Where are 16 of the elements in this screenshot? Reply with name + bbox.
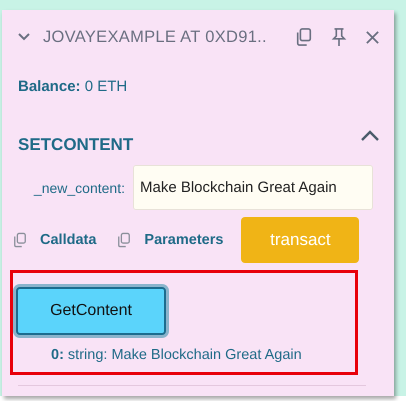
copy-icon[interactable] bbox=[295, 27, 313, 47]
input-field[interactable]: Make Blockchain Great Again bbox=[133, 165, 373, 210]
get-content-button[interactable]: GetContent bbox=[16, 287, 166, 335]
caret-icon[interactable] bbox=[360, 130, 380, 142]
copy-icon[interactable] bbox=[13, 232, 27, 248]
input-label: _new_content: bbox=[32, 180, 126, 196]
copy-icon[interactable] bbox=[117, 232, 132, 248]
copy-link[interactable]: Parameters bbox=[144, 232, 224, 248]
function-title: SETCONTENT bbox=[18, 135, 134, 155]
copy-link[interactable]: Calldata bbox=[40, 232, 96, 248]
result-text: 0: string: Make Blockchain Great Again bbox=[51, 347, 303, 363]
contract-title: JOVAYEXAMPLE AT 0XD91.. bbox=[43, 28, 268, 46]
balance-text: Balance: 0 ETH bbox=[18, 78, 128, 95]
chevron-icon[interactable] bbox=[17, 32, 31, 42]
pin-icon[interactable] bbox=[330, 27, 348, 47]
close-icon[interactable] bbox=[365, 30, 380, 44]
